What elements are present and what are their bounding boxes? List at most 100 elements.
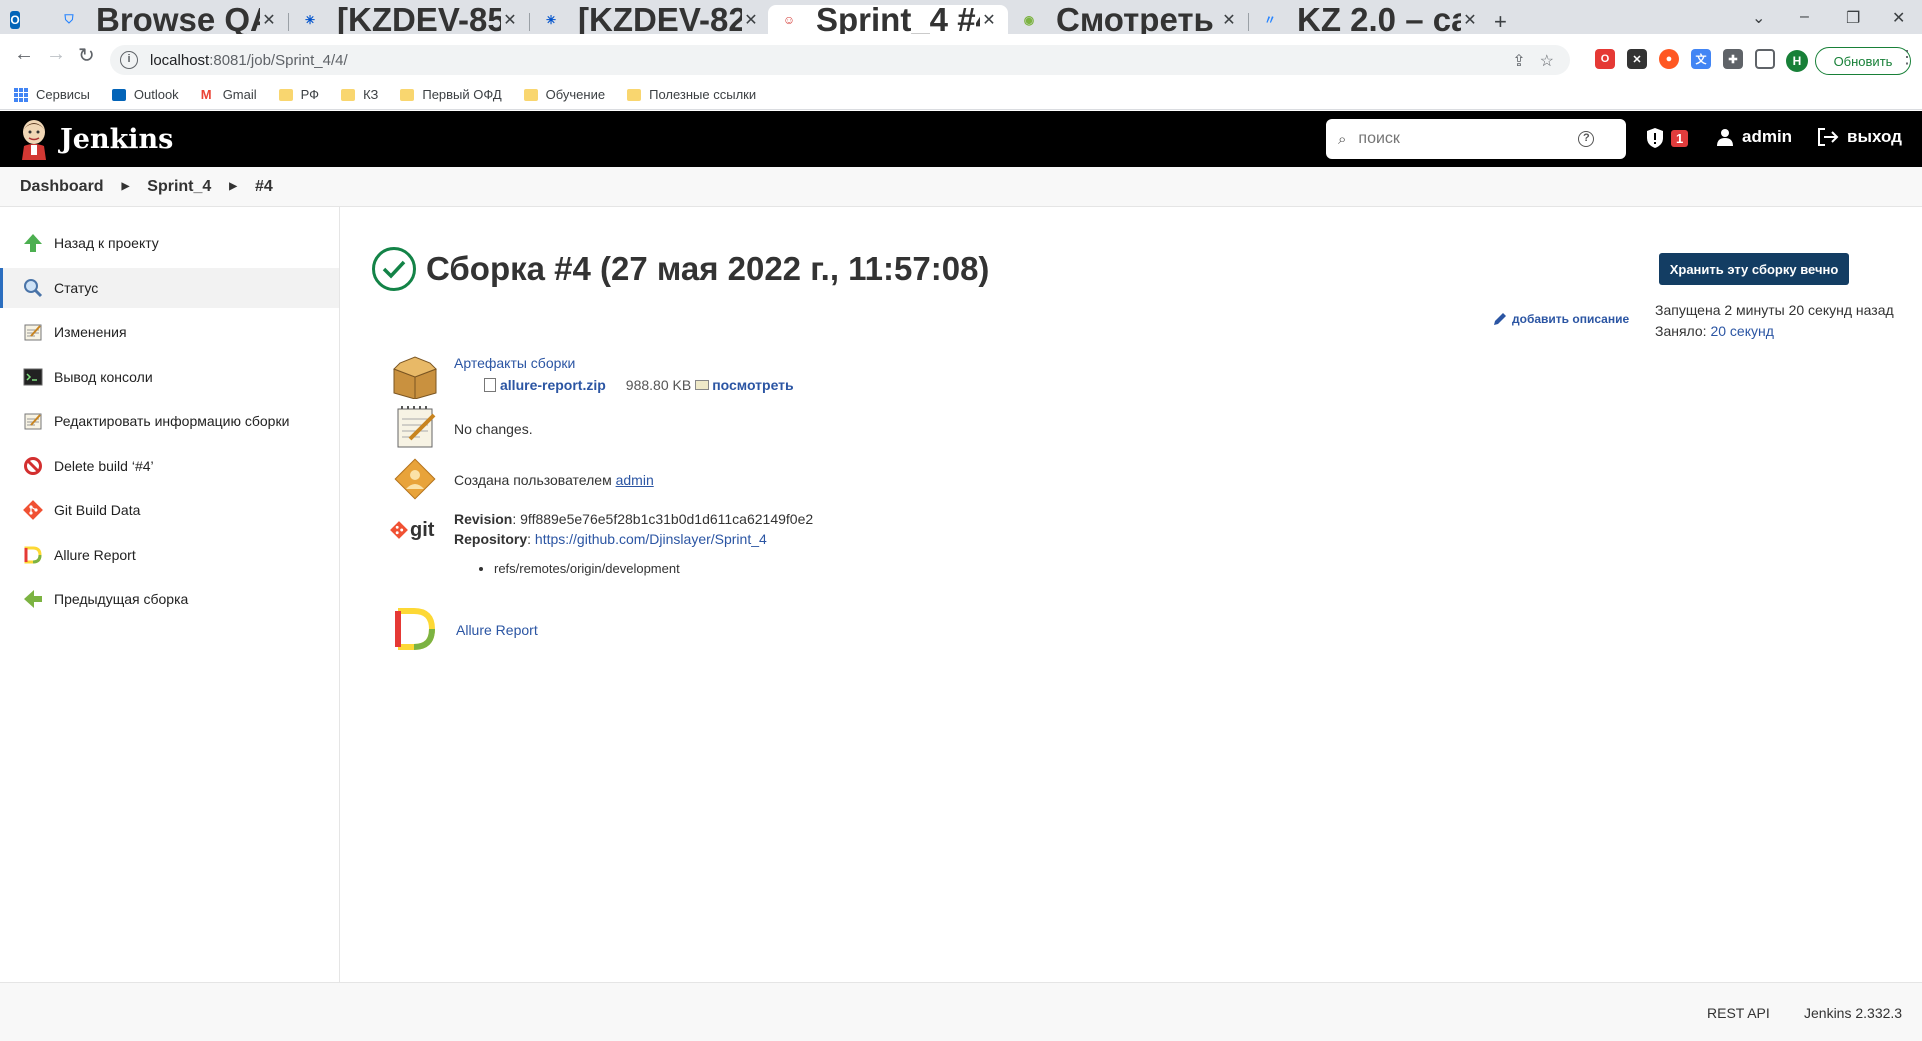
site-info-icon[interactable]: i bbox=[120, 51, 138, 69]
git-wordmark: git bbox=[410, 519, 435, 541]
sidebar-item-delete-build[interactable]: Delete build ‘#4’ bbox=[0, 446, 339, 486]
folder-icon bbox=[627, 88, 642, 101]
terminal-icon bbox=[22, 366, 44, 388]
bookmark-folder-learning[interactable]: Обучение bbox=[523, 87, 605, 102]
allure-report-link[interactable]: Allure Report bbox=[456, 622, 538, 638]
close-icon[interactable]: ✕ bbox=[501, 10, 519, 30]
side-panel-icon[interactable] bbox=[1755, 49, 1775, 69]
artifact-file-link[interactable]: allure-report.zip bbox=[500, 377, 606, 393]
created-by-user-link[interactable]: admin bbox=[616, 472, 654, 488]
tab-3-active[interactable]: ☺ Sprint_4 #4 [Jenkins] ✕ bbox=[768, 1, 1008, 38]
new-tab-icon[interactable]: + bbox=[1494, 9, 1507, 35]
share-icon[interactable]: ⇪ bbox=[1512, 51, 1525, 71]
close-icon[interactable]: ✕ bbox=[1220, 10, 1238, 30]
sidebar-item-edit-build-info[interactable]: Редактировать информацию сборки bbox=[0, 401, 339, 441]
bookmark-label: Outlook bbox=[133, 87, 179, 102]
add-description-link[interactable]: добавить описание bbox=[1492, 311, 1629, 327]
minimize-icon[interactable]: – bbox=[1800, 8, 1809, 26]
url-host: localhost bbox=[150, 51, 210, 69]
pinned-tab-outlook[interactable]: O bbox=[4, 5, 34, 34]
help-icon[interactable]: ? bbox=[1578, 131, 1595, 147]
address-bar[interactable]: i localhost:8081/job/Sprint_4/4/ ⇪ ☆ bbox=[110, 45, 1570, 75]
arrow-up-icon bbox=[22, 232, 44, 254]
rest-api-link[interactable]: REST API bbox=[1707, 1005, 1770, 1021]
bookmark-outlook[interactable]: Outlook bbox=[111, 87, 179, 102]
user-menu[interactable]: admin bbox=[1716, 127, 1792, 147]
forward-icon[interactable]: → bbox=[46, 43, 66, 66]
tab-5[interactable]: 〃 KZ 2.0 – cashbox ✕ bbox=[1249, 1, 1489, 38]
repository-link[interactable]: https://github.com/Djinslayer/Sprint_4 bbox=[535, 531, 767, 547]
bookmark-gmail[interactable]: M Gmail bbox=[201, 87, 257, 102]
close-icon[interactable]: ✕ bbox=[742, 10, 760, 30]
sidebar-item-label: Изменения bbox=[54, 324, 127, 340]
apps-grid-icon bbox=[14, 87, 28, 102]
sidebar-item-changes[interactable]: Изменения bbox=[0, 312, 339, 352]
tab-1[interactable]: ✳ [KZDEV-8596] Собрать данные д ✕ bbox=[289, 1, 529, 38]
bookmark-folder-ofd[interactable]: Первый ОФД bbox=[400, 87, 502, 102]
allure-icon[interactable] bbox=[390, 607, 440, 651]
close-icon[interactable]: ✕ bbox=[980, 10, 998, 30]
update-browser-button[interactable]: Обновить bbox=[1815, 47, 1911, 75]
back-icon[interactable]: ← bbox=[14, 43, 34, 66]
extension-opera-icon[interactable]: O bbox=[1595, 49, 1615, 69]
window-close-icon[interactable]: ✕ bbox=[1892, 8, 1905, 28]
extensions-puzzle-icon[interactable]: ✚ bbox=[1723, 49, 1743, 69]
extension-fire-icon[interactable]: ● bbox=[1659, 49, 1679, 69]
bookmark-star-icon[interactable]: ☆ bbox=[1540, 51, 1554, 71]
sidebar-item-status[interactable]: Статус bbox=[0, 267, 339, 308]
bookmark-folder-links[interactable]: Полезные ссылки bbox=[627, 87, 756, 102]
extension-translate-icon[interactable]: 文 bbox=[1691, 49, 1711, 69]
duration-link[interactable]: 20 секунд bbox=[1710, 323, 1773, 339]
sidebar-item-label: Статус bbox=[54, 279, 99, 296]
breadcrumb: Dashboard ▶ Sprint_4 ▶ #4 bbox=[0, 167, 1922, 207]
revision-line: Revision: 9ff889e5e76e5f28b1c31b0d1d611c… bbox=[454, 511, 814, 527]
footer: REST API Jenkins 2.332.3 bbox=[0, 982, 1922, 1041]
url-text[interactable]: localhost:8081/job/Sprint_4/4/ bbox=[150, 52, 348, 69]
magnifier-icon bbox=[22, 277, 44, 299]
sidebar-item-allure-report[interactable]: Allure Report bbox=[0, 535, 339, 575]
keep-forever-button[interactable]: Хранить эту сборку вечно bbox=[1659, 253, 1849, 285]
shield-icon bbox=[1647, 128, 1663, 148]
close-icon[interactable]: ✕ bbox=[260, 10, 278, 30]
bookmark-folder-kz[interactable]: КЗ bbox=[341, 87, 378, 102]
breadcrumb-build[interactable]: #4 bbox=[255, 178, 273, 196]
started-ago: Запущена 2 минуты 20 секунд назад bbox=[1655, 302, 1894, 318]
profile-avatar[interactable]: Н bbox=[1786, 50, 1808, 72]
close-icon[interactable]: ✕ bbox=[1461, 10, 1479, 30]
chevron-right-icon[interactable]: ▶ bbox=[229, 181, 237, 192]
chevron-right-icon[interactable]: ▶ bbox=[122, 181, 130, 192]
refs-list: refs/remotes/origin/development bbox=[494, 561, 813, 576]
sidebar-item-previous-build[interactable]: Предыдущая сборка bbox=[0, 579, 339, 619]
sidebar-item-back-to-project[interactable]: Назад к проекту bbox=[0, 223, 339, 263]
jenkins-search[interactable]: ⌕ ? bbox=[1326, 119, 1626, 159]
bookmark-label: КЗ bbox=[363, 87, 379, 102]
artifact-view-link[interactable]: посмотреть bbox=[712, 377, 793, 393]
tab-title: [KZDEV-8284] Автоматизация Т bbox=[578, 0, 742, 38]
restore-icon[interactable]: ❐ bbox=[1846, 8, 1860, 28]
url-path: :8081/job/Sprint_4/4/ bbox=[209, 51, 348, 69]
tab-2[interactable]: ✳ [KZDEV-8284] Автоматизация Т ✕ bbox=[530, 1, 770, 38]
jenkins-version-link[interactable]: Jenkins 2.332.3 bbox=[1804, 1005, 1902, 1021]
security-alerts[interactable]: 1 bbox=[1645, 127, 1689, 149]
tab-0[interactable]: ⛉ Browse QA / regression_kz - Stas ✕ bbox=[48, 1, 288, 38]
jenkins-logo[interactable]: Jenkins bbox=[18, 118, 173, 160]
git-logo: git bbox=[390, 511, 440, 555]
sidebar-item-git-build-data[interactable]: Git Build Data bbox=[0, 490, 339, 530]
tab-title: KZ 2.0 – cashbox bbox=[1297, 0, 1461, 38]
reload-icon[interactable]: ↻ bbox=[78, 43, 95, 68]
breadcrumb-dashboard[interactable]: Dashboard bbox=[20, 178, 104, 196]
tab-4[interactable]: ◉ Смотреть Последний Серафим ✕ bbox=[1008, 1, 1248, 38]
fingerprint-view-icon[interactable] bbox=[695, 380, 710, 390]
extension-x-icon[interactable]: ✕ bbox=[1627, 49, 1647, 69]
jenkins-header: Jenkins ⌕ ? 1 admin выход bbox=[0, 111, 1922, 167]
logout-link[interactable]: выход bbox=[1817, 127, 1902, 147]
search-input[interactable] bbox=[1358, 130, 1579, 148]
tab-search-icon[interactable]: ⌄ bbox=[1752, 8, 1765, 28]
breadcrumb-job[interactable]: Sprint_4 bbox=[147, 178, 211, 196]
artifacts-link[interactable]: Артефакты сборки bbox=[454, 355, 575, 371]
bookmark-apps[interactable]: Сервисы bbox=[14, 87, 90, 102]
logout-label: выход bbox=[1847, 127, 1902, 146]
sidebar-item-console[interactable]: Вывод консоли bbox=[0, 357, 339, 397]
bookmark-folder-rf[interactable]: РФ bbox=[278, 87, 319, 102]
browser-menu-icon[interactable]: ⋮ bbox=[1898, 47, 1916, 68]
